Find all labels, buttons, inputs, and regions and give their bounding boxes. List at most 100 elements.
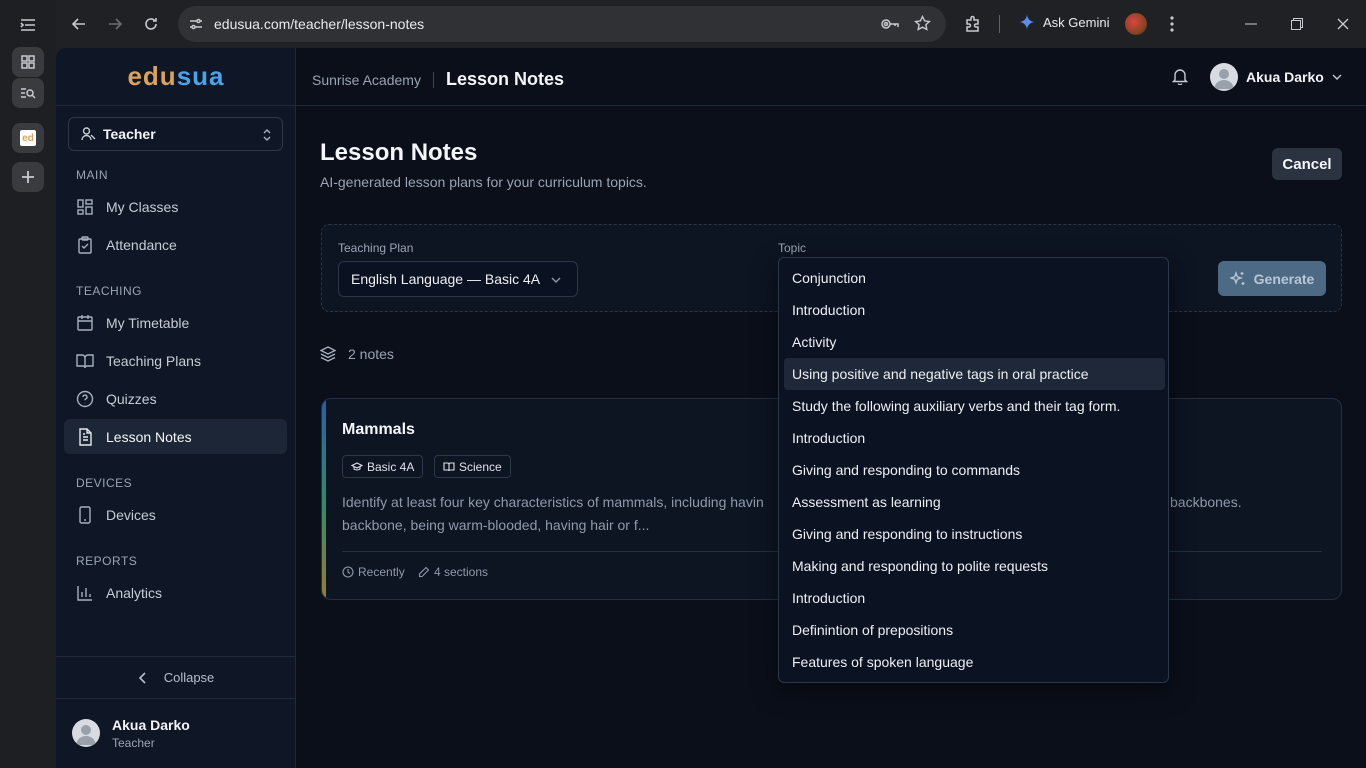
browser-menu-icon[interactable] [1160,12,1184,36]
topic-option[interactable]: Making and responding to polite requests [784,550,1165,582]
bookmark-star-icon[interactable] [914,15,931,32]
browser-toolbar: edusua.com/teacher/lesson-notes Ask Gemi… [56,0,1366,48]
user-role-icon [81,127,96,141]
sidebar-item-devices[interactable]: Devices [64,497,287,532]
graduation-cap-icon [351,461,363,470]
topic-option[interactable]: Introduction [784,582,1165,614]
section-devices: DEVICES [76,476,133,490]
tab-groups-icon[interactable] [12,47,44,77]
sidebar-item-quizzes[interactable]: Quizzes [64,381,287,416]
collapse-tabs-icon[interactable] [12,10,44,40]
url-text: edusua.com/teacher/lesson-notes [214,16,425,32]
topic-option[interactable]: Conjunction [784,262,1165,294]
ask-gemini-button[interactable]: Ask Gemini [1018,13,1109,31]
sidebar-item-my-timetable[interactable]: My Timetable [64,305,287,340]
card-accent-bar [322,399,326,599]
clipboard-check-icon [78,235,92,254]
vertical-tab-strip: ed [0,0,56,768]
topic-option[interactable]: Giving and responding to instructions [784,518,1165,550]
clock-icon [342,566,354,578]
topic-option[interactable]: Definintion of prepositions [784,614,1165,646]
topic-option[interactable]: Features of spoken language [784,646,1165,678]
sidebar-item-analytics[interactable]: Analytics [64,575,287,610]
restore-icon[interactable] [1285,12,1309,36]
forward-icon[interactable] [103,12,127,36]
sidebar-item-attendance[interactable]: Attendance [64,227,287,262]
topic-dropdown-list[interactable]: Conjunction Introduction Activity Using pos… [778,257,1169,683]
breadcrumb: Sunrise Academy Lesson Notes [312,69,564,90]
card-section-count: 4 sections [418,565,488,579]
breadcrumb-page: Lesson Notes [445,69,564,89]
page-title: Lesson Notes [320,139,478,166]
generate-button[interactable]: Generate [1218,261,1326,296]
avatar [72,719,100,747]
card-updated-time: Recently [342,565,405,579]
extensions-icon[interactable] [961,12,985,36]
layout-grid-icon [77,198,93,215]
header-avatar [1210,63,1238,91]
bar-chart-icon [77,585,92,601]
calendar-icon [77,314,93,331]
topic-option[interactable]: Introduction [784,422,1165,454]
sidebar: edu sua Teacher MAIN My Classes Attendanc… [56,48,296,768]
address-bar[interactable]: edusua.com/teacher/lesson-notes [178,6,946,42]
edusua-tab-favicon[interactable]: ed [12,123,44,153]
chevron-up-down-icon [263,129,271,141]
password-key-icon[interactable] [880,16,900,32]
page-subtitle: AI-generated lesson plans for your curri… [320,174,647,190]
site-settings-icon[interactable] [188,16,204,32]
layers-icon [320,346,336,362]
teaching-plan-label: Teaching Plan [338,241,414,255]
breadcrumb-school[interactable]: Sunrise Academy [312,72,421,88]
notification-bell-icon[interactable] [1172,68,1188,85]
sidebar-user-profile[interactable]: Akua Darko Teacher [56,698,296,768]
topic-label: Topic [778,241,807,255]
cancel-button[interactable]: Cancel [1272,148,1342,180]
section-teaching: TEACHING [76,284,143,298]
help-circle-icon [76,390,94,407]
sparkles-icon [1229,270,1245,285]
topic-option[interactable]: Study the following auxiliary verbs and … [784,390,1165,422]
topic-option[interactable]: Introduction [784,294,1165,326]
card-title: Mammals [342,421,415,438]
tablet-icon [79,505,91,524]
toolbar-divider [999,15,1000,33]
notes-count: 2 notes [320,346,394,362]
edusua-logo[interactable]: edu sua [56,48,296,106]
top-bar: Sunrise Academy Lesson Notes Akua Darko [296,48,1366,106]
new-tab-icon[interactable] [12,162,44,192]
minimize-icon[interactable] [1239,12,1263,36]
teaching-plan-select[interactable]: English Language — Basic 4A [338,261,578,297]
chevron-left-icon [138,671,146,684]
subject-chip: Science [434,455,511,478]
sidebar-user-role: Teacher [112,736,155,750]
sidebar-user-name: Akua Darko [112,717,190,733]
collapse-sidebar-button[interactable]: Collapse [56,656,296,698]
section-reports: REPORTS [76,554,138,568]
topic-option[interactable]: Giving and responding to commands [784,454,1165,486]
profile-avatar-icon[interactable] [1125,13,1147,35]
back-icon[interactable] [67,12,91,36]
close-window-icon[interactable] [1331,12,1355,36]
breadcrumb-divider [432,71,434,88]
chevron-down-icon [551,277,561,283]
sidebar-item-my-classes[interactable]: My Classes [64,189,287,224]
class-chip: Basic 4A [342,455,424,478]
reload-icon[interactable] [139,12,163,36]
role-selector[interactable]: Teacher [68,117,283,151]
sidebar-item-lesson-notes[interactable]: Lesson Notes [64,419,287,454]
app-window: edu sua Teacher MAIN My Classes Attendanc… [56,48,1366,768]
sidebar-item-teaching-plans[interactable]: Teaching Plans [64,343,287,378]
book-open-icon [76,353,94,368]
book-icon [443,461,455,471]
section-main: MAIN [76,168,108,182]
tab-search-icon[interactable] [12,78,44,108]
file-text-icon [79,427,92,446]
topic-option[interactable]: Using positive and negative tags in oral… [784,358,1165,390]
topic-option[interactable]: Assessment as learning [784,486,1165,518]
user-menu[interactable]: Akua Darko [1210,63,1342,91]
topic-option[interactable]: Activity [784,326,1165,358]
pencil-icon [418,566,430,578]
gemini-icon [1019,14,1035,30]
header-user-name: Akua Darko [1246,69,1324,85]
